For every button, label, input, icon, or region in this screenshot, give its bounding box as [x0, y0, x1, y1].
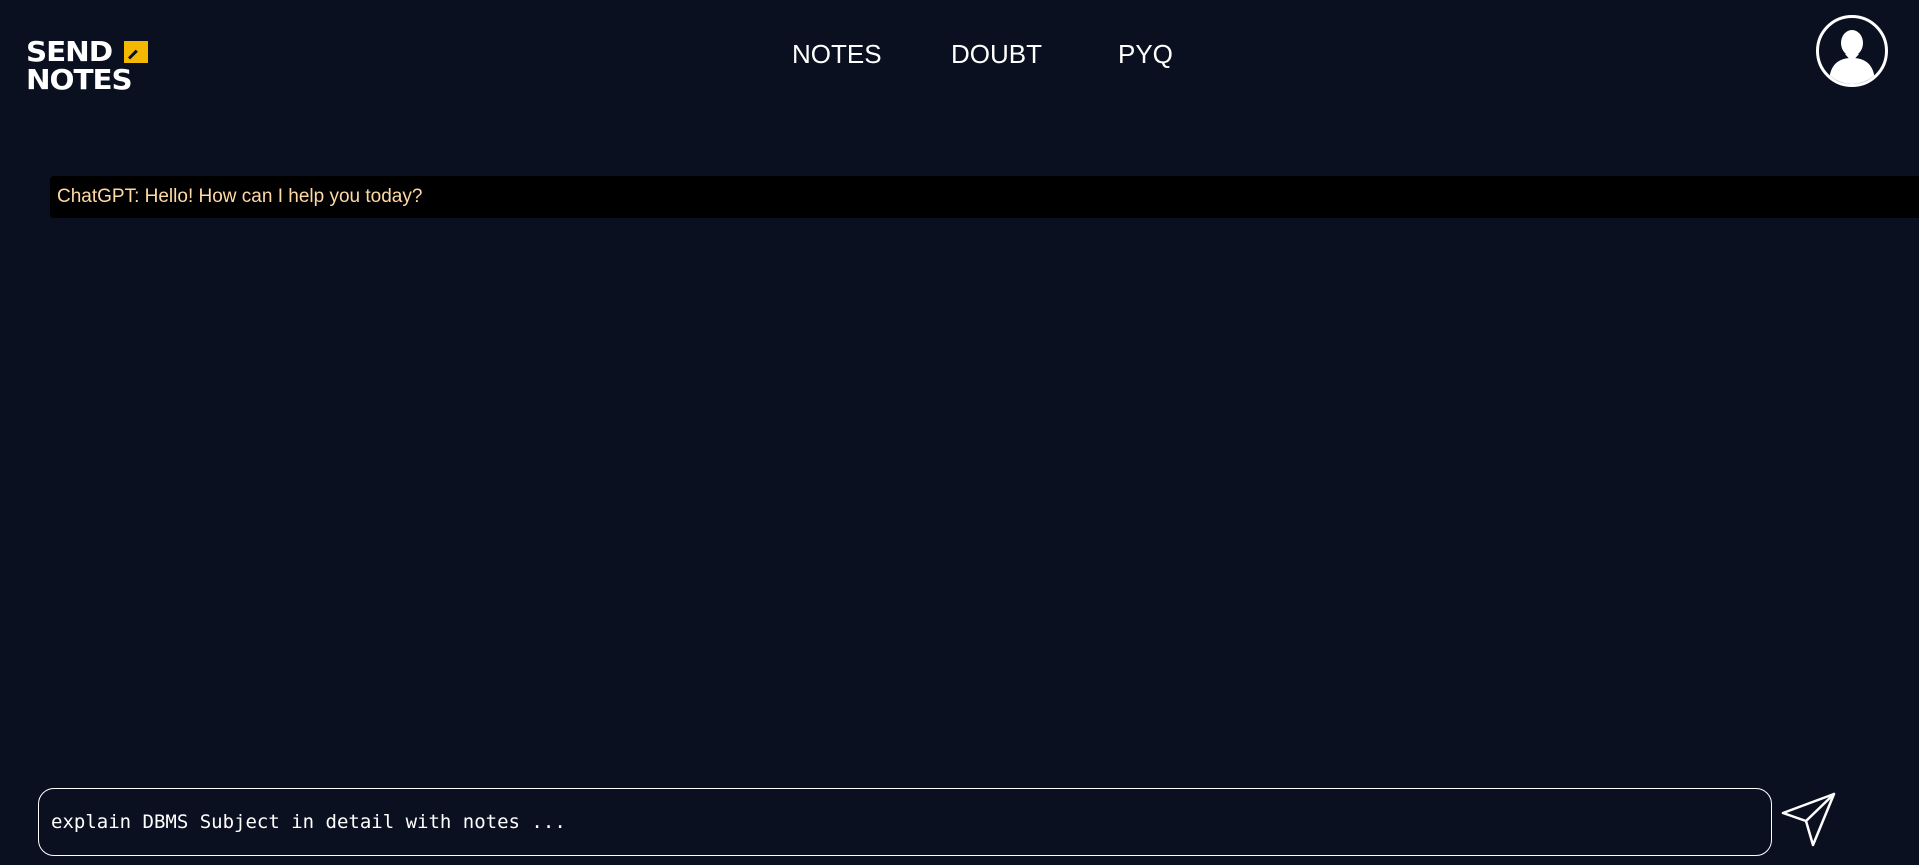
user-avatar-icon [1829, 30, 1875, 84]
logo-text-notes: NOTES [26, 63, 133, 96]
send-paper-plane-icon [1781, 792, 1836, 847]
nav-doubt-link[interactable]: DOUBT [951, 38, 1042, 70]
main-nav: NOTES DOUBT PYQ [0, 38, 1919, 70]
nav-pyq-link[interactable]: PYQ [1118, 38, 1173, 70]
profile-avatar-button[interactable] [1816, 15, 1888, 87]
chat-message-text: ChatGPT: Hello! How can I help you today… [57, 186, 423, 207]
nav-notes-link[interactable]: NOTES [792, 38, 882, 70]
message-input[interactable] [51, 789, 1751, 855]
send-button[interactable] [1780, 790, 1838, 848]
message-composer [38, 788, 1772, 856]
chat-messages-area: ChatGPT: Hello! How can I help you today… [50, 176, 1919, 218]
chat-message-assistant: ChatGPT: Hello! How can I help you today… [50, 176, 1919, 218]
